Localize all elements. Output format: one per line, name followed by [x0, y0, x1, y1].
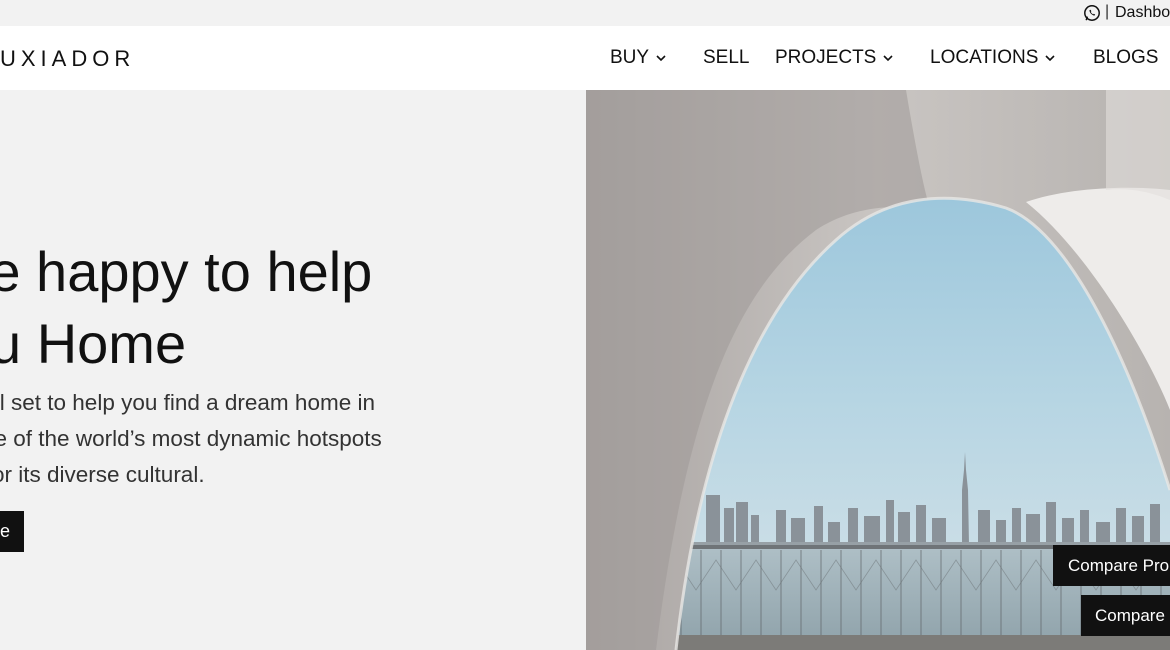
hero-headline-line2: u Home — [0, 312, 187, 375]
compare-properties-button[interactable]: Compare Pro — [1053, 545, 1170, 586]
compare-button[interactable]: Compare — [1081, 595, 1170, 636]
main-navigation: UXIADOR BUY SELL PROJECTS LOCATIONS BLOG… — [0, 26, 1170, 90]
hero-headline-line1: 're happy to help — [0, 240, 373, 303]
hero-subtitle-line2: ne of the world’s most dynamic hotspots — [0, 426, 382, 451]
nav-item-label: LOCATIONS — [930, 47, 1039, 68]
chevron-down-icon — [1044, 52, 1056, 64]
dashboard-link[interactable]: Dashbo — [1115, 4, 1170, 22]
topbar-separator: | — [1105, 3, 1110, 20]
nav-item-label: PROJECTS — [775, 47, 877, 68]
chevron-down-icon — [882, 52, 894, 64]
top-utility-bar: | Dashbo — [0, 0, 1170, 26]
nav-item-label: SELL — [703, 47, 750, 68]
hero-subtitle-line1: r is all set to help you find a dream ho… — [0, 390, 375, 415]
hero-subtitle: r is all set to help you find a dream ho… — [0, 385, 382, 493]
hero-subtitle-line3: or its diverse cultural. — [0, 462, 205, 487]
nav-item-label: BLOGS — [1093, 47, 1159, 68]
nav-item-label: BUY — [610, 47, 650, 68]
nav-item-locations[interactable]: LOCATIONS — [930, 47, 1056, 69]
brand-logo[interactable]: UXIADOR — [0, 46, 135, 72]
nav-item-sell[interactable]: SELL — [703, 47, 749, 69]
hero-headline: 're happy to help u Home — [0, 236, 372, 380]
hero-cta-button[interactable]: e — [0, 511, 24, 552]
chevron-down-icon — [655, 52, 667, 64]
nav-item-projects[interactable]: PROJECTS — [775, 47, 894, 69]
nav-item-buy[interactable]: BUY — [610, 47, 667, 69]
nav-item-blogs[interactable]: BLOGS — [1093, 47, 1158, 69]
whatsapp-icon[interactable] — [1083, 4, 1101, 22]
